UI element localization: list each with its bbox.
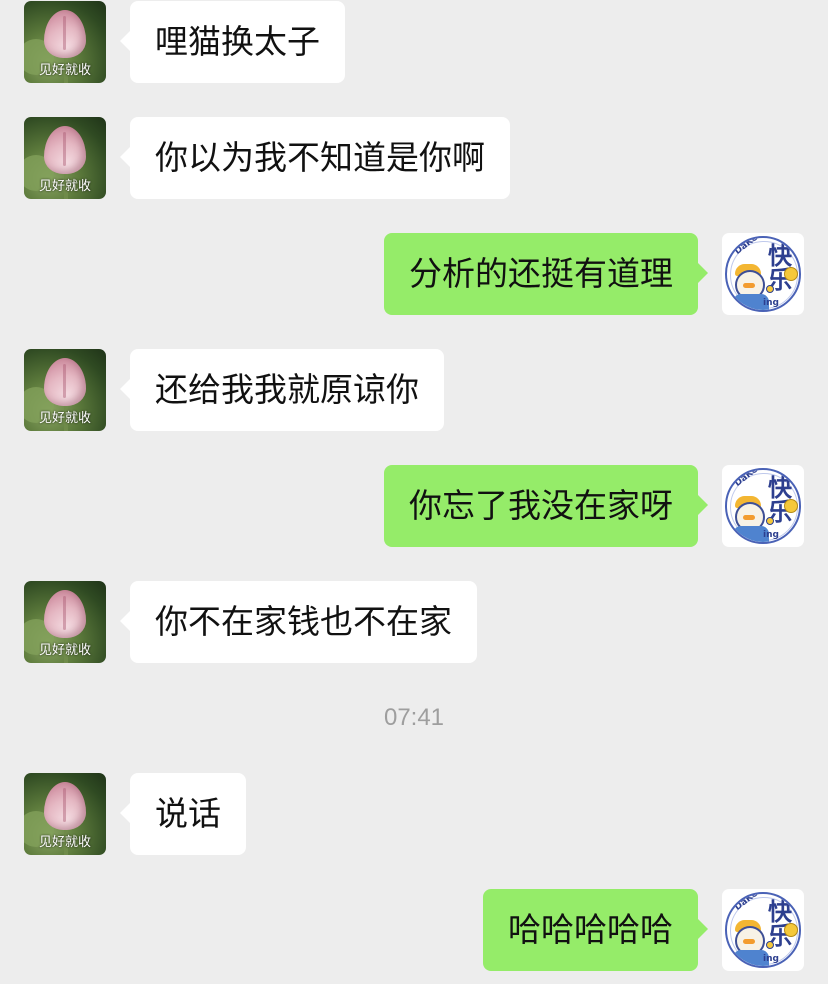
message-row-outgoing: DaKe Duck 快乐 ing 分析的还挺有道理 <box>0 233 828 315</box>
message-row-incoming: 见好就收 还给我我就原谅你 <box>0 349 828 431</box>
avatar-caption: 见好就收 <box>38 411 91 426</box>
avatar-caption: 见好就收 <box>38 835 91 850</box>
avatar-ing: ing <box>763 954 779 964</box>
flower-icon <box>766 517 774 525</box>
chat-window[interactable]: 见好就收 哩猫换太子 见好就收 你以为我不知道是你啊 DaKe Duck 快乐 … <box>0 0 828 984</box>
message-bubble-incoming[interactable]: 还给我我就原谅你 <box>120 349 444 431</box>
message-bubble-outgoing[interactable]: 哈哈哈哈哈 <box>483 889 708 971</box>
avatar-ing: ing <box>763 298 779 308</box>
smile-icon <box>784 267 798 281</box>
message-bubble-incoming[interactable]: 你不在家钱也不在家 <box>120 581 477 663</box>
self-avatar[interactable]: DaKe Duck 快乐 ing <box>722 465 804 547</box>
message-bubble-outgoing[interactable]: 分析的还挺有道理 <box>384 233 708 315</box>
avatar-ing: ing <box>763 530 779 540</box>
contact-avatar[interactable]: 见好就收 <box>24 773 106 855</box>
flower-icon <box>766 285 774 293</box>
contact-avatar[interactable]: 见好就收 <box>24 1 106 83</box>
avatar-caption: 见好就收 <box>38 179 91 194</box>
message-row-incoming: 见好就收 哩猫换太子 <box>0 1 828 83</box>
message-timestamp: 07:41 <box>383 704 445 731</box>
message-bubble-incoming[interactable]: 你以为我不知道是你啊 <box>120 117 510 199</box>
message-row-incoming: 见好就收 说话 <box>0 773 828 855</box>
message-bubble-incoming[interactable]: 哩猫换太子 <box>120 1 345 83</box>
flower-icon <box>766 941 774 949</box>
self-avatar[interactable]: DaKe Duck 快乐 ing <box>722 889 804 971</box>
smile-icon <box>784 499 798 513</box>
message-row-outgoing: DaKe Duck 快乐 ing 哈哈哈哈哈 <box>0 889 828 971</box>
avatar-caption: 见好就收 <box>38 63 91 78</box>
smile-icon <box>784 923 798 937</box>
self-avatar[interactable]: DaKe Duck 快乐 ing <box>722 233 804 315</box>
message-bubble-outgoing[interactable]: 你忘了我没在家呀 <box>384 465 708 547</box>
contact-avatar[interactable]: 见好就收 <box>24 581 106 663</box>
contact-avatar[interactable]: 见好就收 <box>24 349 106 431</box>
avatar-caption: 见好就收 <box>38 643 91 658</box>
message-row-outgoing: DaKe Duck 快乐 ing 你忘了我没在家呀 <box>0 465 828 547</box>
message-bubble-incoming[interactable]: 说话 <box>120 773 246 855</box>
contact-avatar[interactable]: 见好就收 <box>24 117 106 199</box>
message-row-incoming: 见好就收 你以为我不知道是你啊 <box>0 117 828 199</box>
message-row-incoming: 见好就收 你不在家钱也不在家 <box>0 581 828 663</box>
